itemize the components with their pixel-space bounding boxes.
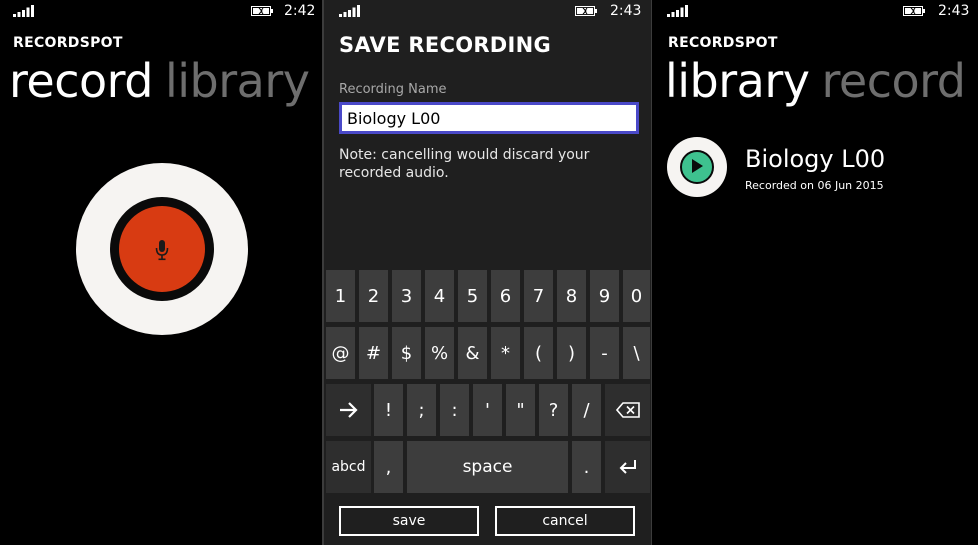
signal-icon xyxy=(13,5,34,17)
status-bar: 2:42 xyxy=(0,0,324,24)
key[interactable]: ! xyxy=(374,384,403,436)
recording-title: Biology L00 xyxy=(745,145,886,173)
signal-icon xyxy=(339,5,360,17)
record-screen: 2:42 RECORDSPOT record library xyxy=(0,0,324,545)
key[interactable]: 5 xyxy=(458,270,487,322)
arrow-right-key[interactable] xyxy=(326,384,371,436)
key[interactable]: 8 xyxy=(557,270,586,322)
key[interactable]: # xyxy=(359,327,388,379)
key[interactable]: * xyxy=(491,327,520,379)
on-screen-keyboard: 1 2 3 4 5 6 7 8 9 0 @ # $ % & * ( ) - \ … xyxy=(324,263,652,545)
record-button-ring xyxy=(110,197,214,301)
key[interactable]: ( xyxy=(524,327,553,379)
enter-icon xyxy=(619,460,636,474)
recording-name-label: Recording Name xyxy=(339,82,447,97)
pivot-item-record[interactable]: record xyxy=(822,54,966,108)
comma-key[interactable]: , xyxy=(374,441,403,493)
abcd-key[interactable]: abcd xyxy=(326,441,371,493)
key[interactable]: % xyxy=(425,327,454,379)
battery-icon xyxy=(575,6,597,16)
microphone-icon xyxy=(155,240,169,261)
enter-key[interactable] xyxy=(605,441,650,493)
app-title: RECORDSPOT xyxy=(13,35,123,51)
pivot-header: record library xyxy=(9,54,310,108)
signal-icon xyxy=(667,5,688,17)
save-recording-screen: 2:43 SAVE RECORDING Recording Name Note:… xyxy=(324,0,652,545)
pivot-header: library record xyxy=(665,54,966,108)
cancel-warning-note: Note: cancelling would discard your reco… xyxy=(339,147,590,181)
battery-icon xyxy=(251,6,273,16)
key[interactable]: @ xyxy=(326,327,355,379)
key[interactable]: \ xyxy=(623,327,650,379)
status-bar: 2:43 xyxy=(652,0,978,24)
recording-name-input[interactable] xyxy=(339,102,639,134)
space-key[interactable]: space xyxy=(407,441,568,493)
key[interactable]: 3 xyxy=(392,270,421,322)
clock: 2:42 xyxy=(284,3,316,19)
key[interactable]: 7 xyxy=(524,270,553,322)
clock: 2:43 xyxy=(938,3,970,19)
arrow-right-icon xyxy=(339,402,358,418)
recording-date: Recorded on 06 Jun 2015 xyxy=(745,179,884,192)
key[interactable]: 2 xyxy=(359,270,388,322)
key[interactable]: ' xyxy=(473,384,502,436)
key[interactable]: ? xyxy=(539,384,568,436)
key[interactable]: 9 xyxy=(590,270,619,322)
key[interactable]: " xyxy=(506,384,535,436)
clock: 2:43 xyxy=(610,3,642,19)
backspace-icon xyxy=(615,402,640,418)
dialog-title: SAVE RECORDING xyxy=(339,33,552,57)
key[interactable]: 6 xyxy=(491,270,520,322)
key[interactable]: : xyxy=(440,384,469,436)
key[interactable]: / xyxy=(572,384,601,436)
pivot-item-library[interactable]: library xyxy=(165,54,310,108)
key[interactable]: 4 xyxy=(425,270,454,322)
backspace-key[interactable] xyxy=(605,384,650,436)
record-button-core xyxy=(119,206,205,292)
cancel-button[interactable]: cancel xyxy=(495,506,635,536)
key[interactable]: ; xyxy=(407,384,436,436)
key[interactable]: 1 xyxy=(326,270,355,322)
pivot-item-record[interactable]: record xyxy=(9,54,153,108)
battery-icon xyxy=(903,6,925,16)
key[interactable]: ) xyxy=(557,327,586,379)
play-button[interactable] xyxy=(667,137,727,197)
play-button-core xyxy=(680,150,714,184)
play-icon xyxy=(692,159,703,173)
key[interactable]: - xyxy=(590,327,619,379)
pivot-item-library[interactable]: library xyxy=(665,54,810,108)
library-screen: 2:43 RECORDSPOT library record Biology L0… xyxy=(652,0,978,545)
save-button[interactable]: save xyxy=(339,506,479,536)
status-bar: 2:43 xyxy=(324,0,652,24)
record-button[interactable] xyxy=(76,163,248,335)
period-key[interactable]: . xyxy=(572,441,601,493)
key[interactable]: & xyxy=(458,327,487,379)
key[interactable]: $ xyxy=(392,327,421,379)
app-title: RECORDSPOT xyxy=(668,35,778,51)
key[interactable]: 0 xyxy=(623,270,650,322)
